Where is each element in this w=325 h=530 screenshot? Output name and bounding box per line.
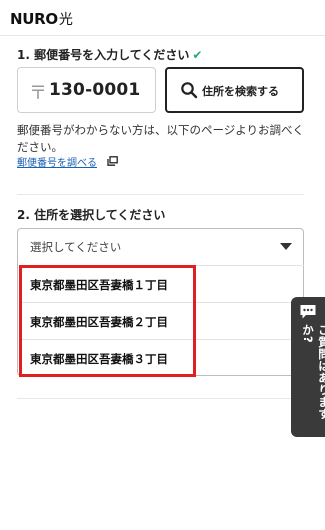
logo-main: NURO [10,10,58,28]
question-help-tab[interactable]: ご質問はありますか? [291,297,325,437]
chat-bubble-icon [300,305,316,319]
zip-code-value: 130-0001 [49,80,141,100]
options-highlight-box [19,265,196,377]
chevron-down-icon[interactable] [280,243,292,250]
external-window-icon [107,156,118,166]
nuro-logo[interactable]: NURO光 [10,9,73,29]
zip-lookup-link[interactable]: 郵便番号を調べる [17,154,97,169]
address-select-placeholder: 選択してください [30,240,122,254]
question-tab-label: ご質問はありますか? [301,324,325,420]
search-icon [181,82,198,99]
step1-title-text: 1. 郵便番号を入力してください [17,48,190,62]
search-address-label: 住所を検索する [202,85,279,98]
step2-title: 2. 住所を選択してください [17,208,166,222]
step1-title: 1. 郵便番号を入力してください ✔ [17,46,202,63]
check-icon: ✔ [192,48,203,62]
zip-help-text: 郵便番号がわからない方は、以下のページよりお調べください。 [17,123,305,154]
logo-sub: 光 [58,12,73,28]
app-header: NURO光 [0,0,325,36]
section-divider [17,194,304,195]
section-divider [17,398,304,399]
zip-code-input[interactable]: 〒 130-0001 [17,67,156,113]
postal-mark-icon: 〒 [29,83,47,104]
search-address-button[interactable]: 住所を検索する [165,67,304,113]
